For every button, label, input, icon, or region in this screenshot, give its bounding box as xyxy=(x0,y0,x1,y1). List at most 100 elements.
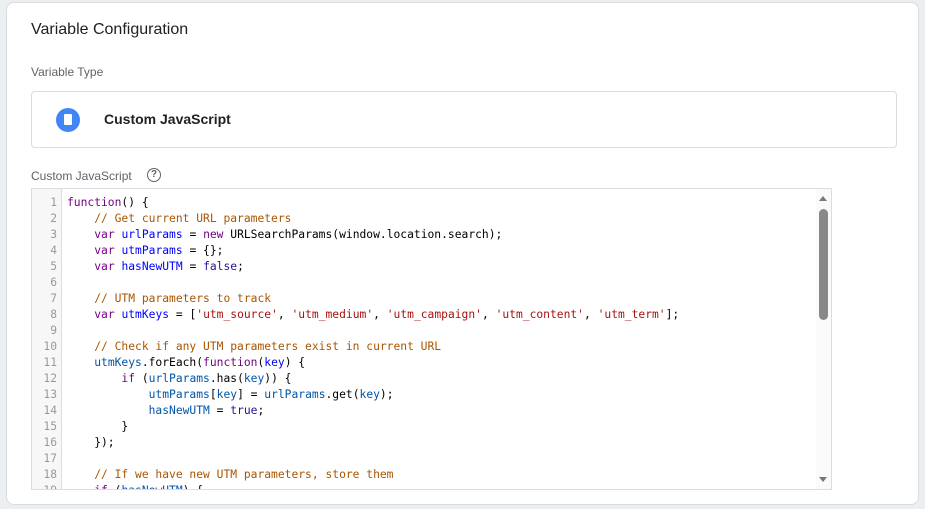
code-text: if (hasNewUTM) { xyxy=(67,483,203,489)
variable-configuration-card: Variable Configuration Variable Type Cus… xyxy=(6,2,919,505)
code-line[interactable]: 12 if (urlParams.has(key)) { xyxy=(32,371,815,387)
code-line[interactable]: 9 xyxy=(32,323,815,339)
code-token: , xyxy=(481,308,496,321)
variable-type-label: Variable Type xyxy=(31,65,104,79)
code-token: true xyxy=(230,404,258,417)
code-line[interactable]: 4 var utmParams = {}; xyxy=(32,243,815,259)
code-line[interactable]: 6 xyxy=(32,275,815,291)
code-token: .get( xyxy=(325,388,360,401)
code-text: var hasNewUTM = false; xyxy=(67,259,244,275)
code-lines[interactable]: 1 function() {2 // Get current URL parame… xyxy=(32,195,815,489)
code-editor[interactable]: 1 function() {2 // Get current URL parame… xyxy=(31,188,832,490)
code-line[interactable]: 17 xyxy=(32,451,815,467)
code-text: var utmKeys = ['utm_source', 'utm_medium… xyxy=(67,307,679,323)
code-token: key xyxy=(264,356,285,369)
code-line[interactable]: 3 var urlParams = new URLSearchParams(wi… xyxy=(32,227,815,243)
line-number: 16 xyxy=(43,436,57,449)
code-token: new xyxy=(203,228,224,241)
code-line[interactable]: 1 function() { xyxy=(32,195,815,211)
code-line[interactable]: 13 utmParams[key] = urlParams.get(key); xyxy=(32,387,815,403)
code-line[interactable]: 2 // Get current URL parameters xyxy=(32,211,815,227)
code-token: utmKeys xyxy=(94,356,142,369)
code-text: // If we have new UTM parameters, store … xyxy=(67,467,393,483)
code-token: .has( xyxy=(209,372,244,385)
help-icon[interactable]: ? xyxy=(147,168,161,182)
code-token: utmParams xyxy=(121,244,183,257)
code-line[interactable]: 5 var hasNewUTM = false; xyxy=(32,259,815,275)
code-token: , xyxy=(373,308,387,321)
code-token: , xyxy=(583,308,598,321)
code-token: utmParams xyxy=(148,388,210,401)
code-token: if xyxy=(121,372,136,385)
code-text: // UTM parameters to track xyxy=(67,291,271,307)
code-token: function xyxy=(67,196,122,209)
variable-type-selector[interactable]: Custom JavaScript xyxy=(31,91,897,148)
line-number: 8 xyxy=(50,308,57,321)
code-line[interactable]: 7 // UTM parameters to track xyxy=(32,291,815,307)
code-token: ( xyxy=(135,372,149,385)
code-token: ( xyxy=(108,484,122,489)
code-token: hasNewUTM xyxy=(148,404,210,417)
code-token: key xyxy=(359,388,380,401)
scrollbar-thumb[interactable] xyxy=(819,209,828,320)
code-token: }); xyxy=(67,436,115,449)
line-number: 17 xyxy=(43,452,57,465)
code-token: ; xyxy=(237,260,244,273)
code-text: function() { xyxy=(67,195,149,211)
code-token: // UTM parameters to track xyxy=(94,292,272,305)
code-text: var utmParams = {}; xyxy=(67,243,223,259)
code-token: // If we have new UTM parameters, store … xyxy=(94,468,394,481)
code-token: = {}; xyxy=(182,244,224,257)
code-token: false xyxy=(203,260,238,273)
vertical-scrollbar[interactable] xyxy=(816,189,831,489)
code-line[interactable]: 16 }); xyxy=(32,435,815,451)
line-number: 4 xyxy=(50,244,57,257)
code-token: var xyxy=(94,228,115,241)
line-number: 10 xyxy=(43,340,57,353)
line-number: 9 xyxy=(50,324,57,337)
code-line[interactable]: 10 // Check if any UTM parameters exist … xyxy=(32,339,815,355)
document-icon xyxy=(56,108,80,132)
code-line[interactable]: 8 var utmKeys = ['utm_source', 'utm_medi… xyxy=(32,307,815,323)
code-line[interactable]: 11 utmKeys.forEach(function(key) { xyxy=(32,355,815,371)
code-token: ] = xyxy=(237,388,265,401)
line-number: 6 xyxy=(50,276,57,289)
code-text: }); xyxy=(67,435,115,451)
scroll-up-arrow-icon[interactable] xyxy=(819,196,827,201)
code-line[interactable]: 19 if (hasNewUTM) { xyxy=(32,483,815,489)
code-token: .forEach( xyxy=(141,356,204,369)
code-token: urlParams xyxy=(121,228,183,241)
code-token: utmKeys xyxy=(121,308,170,321)
code-token: hasNewUTM xyxy=(121,484,182,489)
code-text: if (urlParams.has(key)) { xyxy=(67,371,291,387)
scroll-down-arrow-icon[interactable] xyxy=(819,477,827,482)
code-token: var xyxy=(94,244,115,257)
code-token: 'utm_medium' xyxy=(291,308,374,321)
code-line[interactable]: 18 // If we have new UTM parameters, sto… xyxy=(32,467,815,483)
line-number: 7 xyxy=(50,292,57,305)
code-token: // Get current URL parameters xyxy=(94,212,292,225)
code-token: 'utm_content' xyxy=(495,308,584,321)
code-text: hasNewUTM = true; xyxy=(67,403,265,419)
code-token: 'utm_source' xyxy=(196,308,278,321)
code-token: key xyxy=(216,388,238,401)
code-token: ]; xyxy=(665,308,680,321)
code-line[interactable]: 15 } xyxy=(32,419,815,435)
code-token: 'utm_campaign' xyxy=(386,308,482,321)
code-token: if xyxy=(94,484,108,489)
line-number: 11 xyxy=(43,356,57,369)
code-line[interactable]: 14 hasNewUTM = true; xyxy=(32,403,815,419)
code-text: } xyxy=(67,419,128,435)
custom-javascript-label: Custom JavaScript xyxy=(31,169,132,183)
code-token: var xyxy=(94,260,115,273)
line-number: 12 xyxy=(43,372,57,385)
line-number: 19 xyxy=(32,483,57,489)
code-token: = xyxy=(209,404,231,417)
